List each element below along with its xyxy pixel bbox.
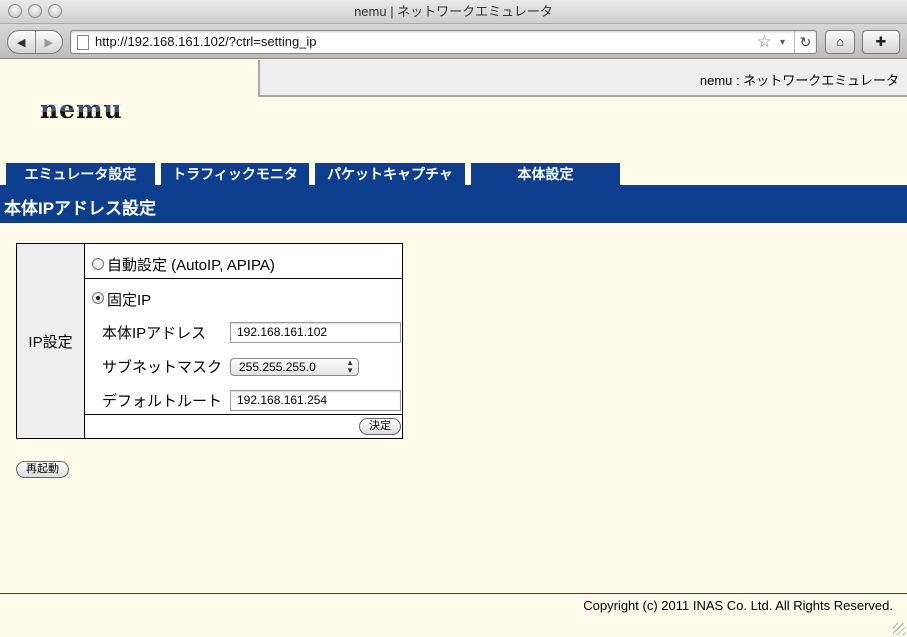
auto-ip-radio[interactable] xyxy=(92,258,104,270)
tab-traffic-monitor[interactable]: トラフィックモニタ xyxy=(161,163,309,185)
forward-icon[interactable]: ▶ xyxy=(34,31,63,53)
tab-emulator-settings[interactable]: エミュレータ設定 xyxy=(6,163,155,185)
close-window-icon[interactable] xyxy=(8,4,22,18)
copyright-text: Copyright (c) 2011 INAS Co. Ltd. All Rig… xyxy=(583,598,893,613)
browser-toolbar: ◀ ▶ http://192.168.161.102/?ctrl=setting… xyxy=(0,24,907,59)
header-title: nemu : ネットワークエミュレータ xyxy=(699,73,899,88)
home-button[interactable]: ⌂ xyxy=(825,30,855,54)
ip-address-label: 本体IPアドレス xyxy=(102,325,207,342)
ip-address-field[interactable]: 192.168.161.102 xyxy=(230,322,401,343)
static-ip-label[interactable]: 固定IP xyxy=(107,289,151,310)
select-arrows-icon: ▲ ▼ xyxy=(346,358,354,375)
bookmark-star-icon[interactable]: ☆ xyxy=(757,32,772,52)
subnet-mask-select[interactable]: 255.255.255.0 ▲ ▼ xyxy=(230,358,359,376)
submit-button[interactable]: 決定 xyxy=(359,418,401,435)
reload-icon[interactable]: ↻ xyxy=(794,31,816,53)
zoom-window-icon[interactable] xyxy=(48,4,62,18)
bookmarks-button[interactable]: ✚ xyxy=(862,30,900,54)
page-icon xyxy=(77,35,89,50)
static-ip-radio[interactable] xyxy=(92,292,104,304)
default-route-label: デフォルトルート xyxy=(102,393,223,410)
back-forward-control: ◀ ▶ xyxy=(7,30,63,54)
ip-settings-label: IP設定 xyxy=(17,244,85,438)
tab-device-settings[interactable]: 本体設定 xyxy=(471,163,620,185)
bookmarks-icon: ✚ xyxy=(875,34,887,49)
back-icon[interactable]: ◀ xyxy=(8,31,35,53)
subnet-mask-value: 255.255.255.0 xyxy=(239,360,316,374)
tab-packet-capture[interactable]: パケットキャプチャ xyxy=(315,163,465,185)
row-divider xyxy=(85,278,402,279)
subnet-mask-label: サブネットマスク xyxy=(102,359,223,376)
row-divider xyxy=(85,414,402,415)
page-header: nemu : ネットワークエミュレータ xyxy=(258,60,907,97)
chevron-down-icon[interactable]: ▾ xyxy=(780,34,785,51)
auto-ip-label[interactable]: 自動設定 (AutoIP, APIPA) xyxy=(107,254,275,275)
home-icon: ⌂ xyxy=(836,34,844,49)
footer-divider xyxy=(0,593,907,594)
default-route-field[interactable]: 192.168.161.254 xyxy=(230,390,401,411)
address-bar[interactable]: http://192.168.161.102/?ctrl=setting_ip … xyxy=(70,30,817,54)
ip-settings-panel: IP設定 自動設定 (AutoIP, APIPA) 固定IP 本体IPアドレス … xyxy=(16,243,403,439)
window-title: nemu | ネットワークエミュレータ xyxy=(354,4,553,19)
reboot-button[interactable]: 再起動 xyxy=(16,461,69,478)
url-text[interactable]: http://192.168.161.102/?ctrl=setting_ip xyxy=(95,31,317,53)
minimize-window-icon[interactable] xyxy=(28,4,42,18)
logo-reflection: nemu xyxy=(40,101,123,117)
resize-grip-icon[interactable] xyxy=(893,623,905,635)
section-title: 本体IPアドレス設定 xyxy=(4,199,157,218)
window-titlebar: nemu | ネットワークエミュレータ xyxy=(0,0,907,24)
section-bar: 本体IPアドレス設定 xyxy=(0,185,907,223)
